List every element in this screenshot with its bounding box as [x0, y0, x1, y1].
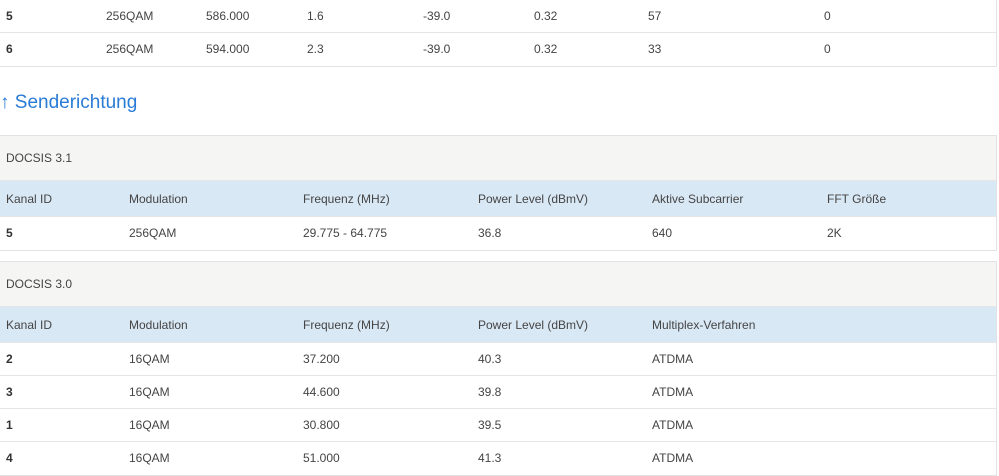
table-cell: Aktive Subcarrier: [652, 192, 744, 206]
table-cell: 30.800: [303, 418, 340, 432]
table-cell: 37.200: [303, 352, 340, 366]
table-row: 4 16QAM 51.000 41.3 ATDMA: [0, 442, 996, 475]
table-cell: 29.775 - 64.775: [303, 226, 388, 240]
table-header: Kanal ID Modulation Frequenz (MHz) Power Le…: [0, 307, 996, 343]
table-cell: 2.3: [307, 42, 324, 56]
table-row: 2 16QAM 37.200 40.3 ATDMA: [0, 343, 996, 376]
table-header: Kanal ID Modulation Frequenz (MHz) Power Le…: [0, 181, 996, 217]
table-cell: 256QAM: [106, 9, 154, 23]
table-cell: 40.3: [478, 352, 502, 366]
table-cell: Modulation: [129, 318, 188, 332]
table-cell: 16QAM: [129, 451, 170, 465]
table-cell: 2K: [827, 226, 842, 240]
table-cell: 0.32: [534, 9, 558, 23]
table-cell: Frequenz (MHz): [303, 318, 390, 332]
table-cell: Frequenz (MHz): [303, 192, 390, 206]
table-cell: 2: [6, 352, 13, 366]
downstream-table: 5 256QAM 586.000 1.6 -39.0 0.32 57 0 6 256QAM 594.…: [0, 0, 997, 67]
table-cell: Kanal ID: [6, 192, 53, 206]
table-row: 1 16QAM 30.800 39.5 ATDMA: [0, 409, 996, 442]
table-cell: -39.0: [423, 42, 451, 56]
table-cell: ATDMA: [652, 385, 694, 399]
table-cell: ATDMA: [652, 451, 694, 465]
table-cell: 0: [824, 9, 831, 23]
table-cell: 256QAM: [106, 42, 154, 56]
table-cell: 33: [648, 42, 662, 56]
table-row: 3 16QAM 44.600 39.8 ATDMA: [0, 376, 996, 409]
table-cell: ATDMA: [652, 418, 694, 432]
table-cell: -39.0: [423, 9, 451, 23]
table-cell: 39.5: [478, 418, 502, 432]
table-cell: 51.000: [303, 451, 340, 465]
table-cell: 640: [652, 226, 673, 240]
table-cell: 0: [824, 42, 831, 56]
table-cell: 4: [6, 451, 13, 465]
table-cell: 1.6: [307, 9, 324, 23]
table-cell: Power Level (dBmV): [478, 318, 589, 332]
table-cell: 16QAM: [129, 385, 170, 399]
table-cell: Power Level (dBmV): [478, 192, 589, 206]
table-cell: 1: [6, 418, 13, 432]
table-cell: 16QAM: [129, 418, 170, 432]
docsis31-table: DOCSIS 3.1 Kanal ID Modulation Frequenz (M…: [0, 135, 997, 251]
upstream-heading: ↑ Senderichtung: [0, 92, 138, 113]
table-cell: 5: [6, 9, 13, 23]
table-cell: Kanal ID: [6, 318, 53, 332]
table-cell: 16QAM: [129, 352, 170, 366]
table-cell: 256QAM: [129, 226, 177, 240]
table-row: 6 256QAM 594.000 2.3 -39.0 0.32 33 0: [0, 33, 996, 66]
table-cell: 57: [648, 9, 662, 23]
table-row: 5 256QAM 586.000 1.6 -39.0 0.32 57 0: [0, 0, 996, 33]
table-cell: 39.8: [478, 385, 502, 399]
table-cell: 5: [6, 226, 13, 240]
docsis30-table: DOCSIS 3.0 Kanal ID Modulation Frequenz (M…: [0, 261, 997, 476]
table-cell: FFT Größe: [827, 192, 887, 206]
table-cell: 36.8: [478, 226, 502, 240]
table-cell: Modulation: [129, 192, 188, 206]
table-row: 5 256QAM 29.775 - 64.775 36.8 640 2K: [0, 217, 996, 250]
table-cell: 41.3: [478, 451, 502, 465]
table-cell: 3: [6, 385, 13, 399]
docsis31-title: DOCSIS 3.1: [0, 136, 996, 181]
table-cell: 0.32: [534, 42, 558, 56]
table-cell: 594.000: [206, 42, 250, 56]
table-cell: 586.000: [206, 9, 250, 23]
table-cell: Multiplex-Verfahren: [652, 318, 756, 332]
table-cell: 6: [6, 42, 13, 56]
table-cell: ATDMA: [652, 352, 694, 366]
docsis30-title: DOCSIS 3.0: [0, 262, 996, 307]
table-cell: 44.600: [303, 385, 340, 399]
